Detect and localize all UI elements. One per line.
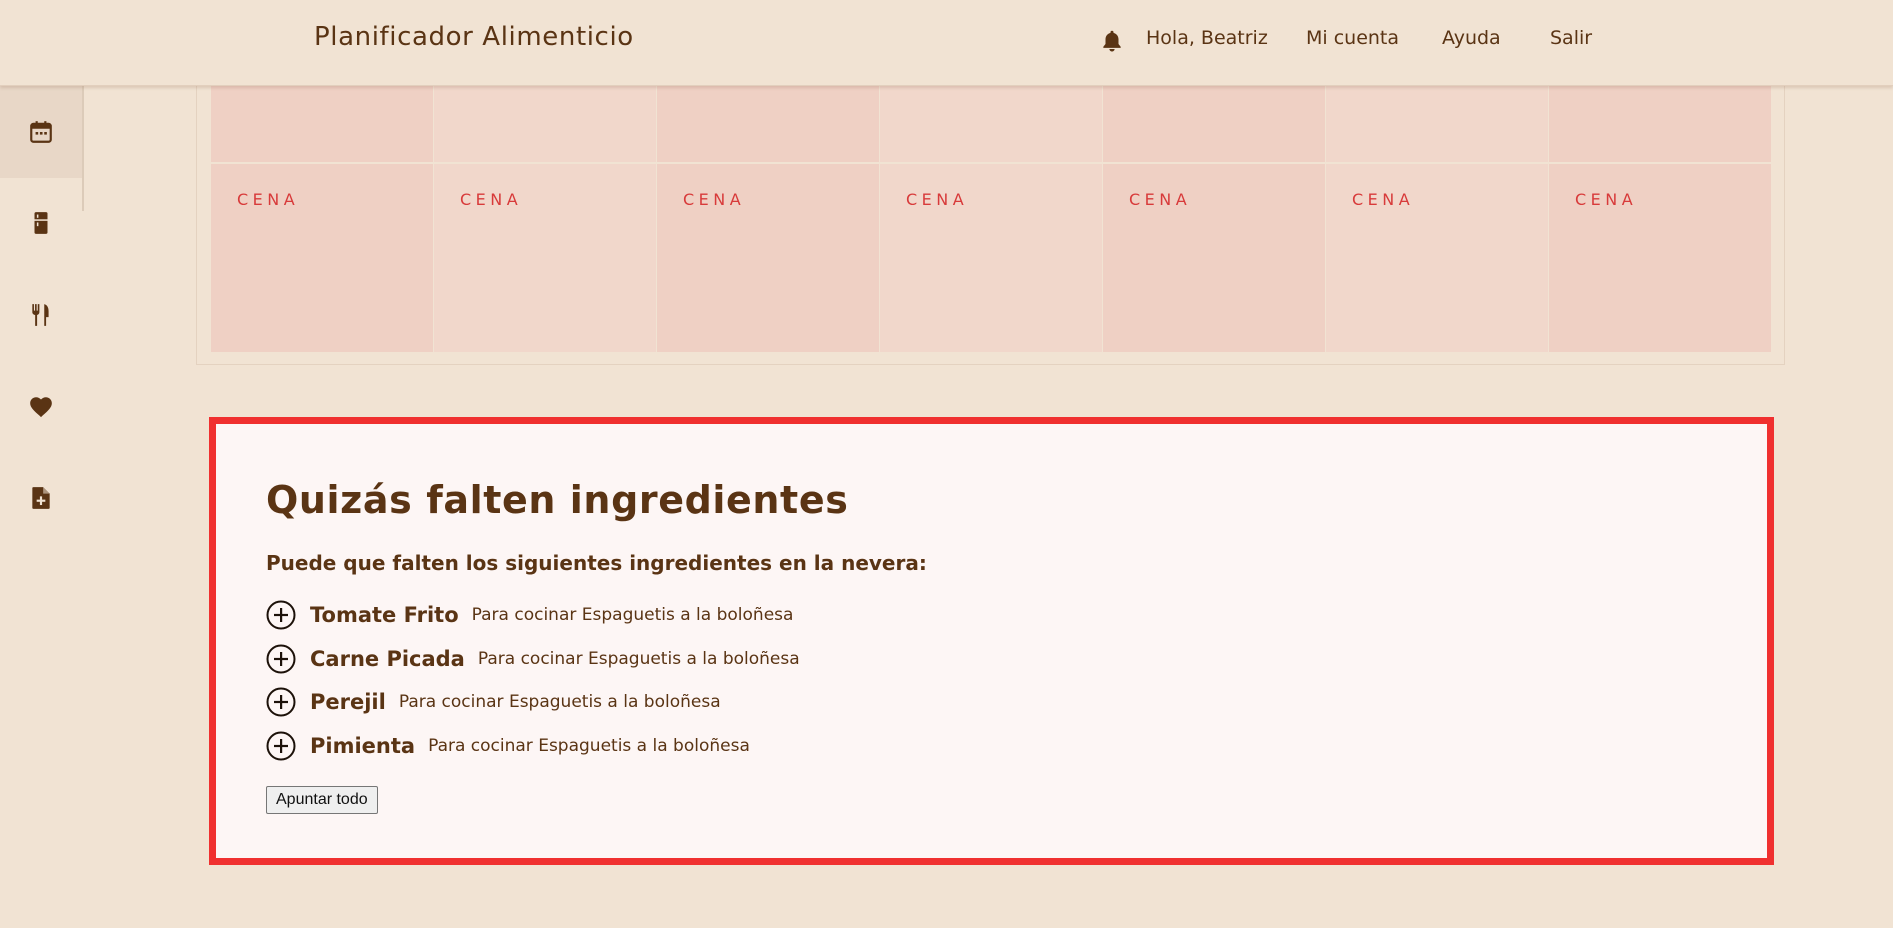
greeting-link[interactable]: Hola, Beatriz <box>1146 27 1268 49</box>
dinner-cell[interactable]: CENA <box>880 164 1102 352</box>
bell-icon[interactable] <box>1099 27 1125 55</box>
dinner-cell[interactable]: CENA <box>1326 164 1548 352</box>
app-title[interactable]: Planificador Alimenticio <box>314 22 634 52</box>
meal-label-dinner: CENA <box>1129 190 1192 209</box>
sidebar-item-fridge[interactable] <box>0 177 82 269</box>
ingredient-row: Tomate Frito Para cocinar Espaguetis a l… <box>266 598 793 632</box>
account-link[interactable]: Mi cuenta <box>1306 27 1399 49</box>
ingredient-name: Tomate Frito <box>310 603 459 627</box>
add-circle-icon[interactable] <box>266 731 296 761</box>
panel-title: Quizás falten ingredientes <box>266 478 849 522</box>
ingredient-description: Para cocinar Espaguetis a la boloñesa <box>428 736 750 756</box>
weekly-calendar: CENA CENA CENA CENA CENA CENA CENA <box>196 70 1785 365</box>
logout-link[interactable]: Salir <box>1550 27 1592 49</box>
ingredient-row: Pimienta Para cocinar Espaguetis a la bo… <box>266 729 750 763</box>
meal-label-dinner: CENA <box>460 190 523 209</box>
heart-icon <box>30 397 52 418</box>
fork-knife-icon <box>32 304 49 326</box>
panel-subtitle: Puede que falten los siguientes ingredie… <box>266 551 927 575</box>
sidebar-item-recipes[interactable] <box>0 269 82 361</box>
add-circle-icon[interactable] <box>266 600 296 630</box>
note-all-button[interactable]: Apuntar todo <box>266 786 378 814</box>
dinner-cell[interactable]: CENA <box>1549 164 1771 352</box>
ingredient-description: Para cocinar Espaguetis a la boloñesa <box>477 649 800 669</box>
meal-label-dinner: CENA <box>1352 190 1415 209</box>
file-add-icon <box>32 487 50 509</box>
dinner-cell[interactable]: CENA <box>211 164 433 352</box>
dinner-cell[interactable]: CENA <box>1103 164 1325 352</box>
help-link[interactable]: Ayuda <box>1442 27 1501 49</box>
missing-ingredients-panel: Quizás falten ingredientes Puede que fal… <box>209 417 1774 865</box>
ingredient-name: Carne Picada <box>310 647 465 671</box>
sidebar-item-favorites[interactable] <box>0 361 82 453</box>
ingredient-name: Pimienta <box>310 734 416 758</box>
sidebar-scroll-track <box>82 85 84 211</box>
ingredient-description: Para cocinar Espaguetis a la boloñesa <box>398 692 721 712</box>
ingredient-name: Perejil <box>310 690 386 714</box>
meal-label-dinner: CENA <box>237 190 300 209</box>
top-navbar: Planificador Alimenticio Hola, Beatriz M… <box>0 0 1893 86</box>
meal-label-dinner: CENA <box>1575 190 1638 209</box>
ingredient-description: Para cocinar Espaguetis a la boloñesa <box>471 605 794 625</box>
dinner-cell[interactable]: CENA <box>657 164 879 352</box>
meal-label-dinner: CENA <box>683 190 746 209</box>
sidebar-item-calendar[interactable] <box>0 86 82 178</box>
meal-label-dinner: CENA <box>906 190 969 209</box>
add-circle-icon[interactable] <box>266 687 296 717</box>
sidebar-item-new-recipe[interactable] <box>0 452 82 544</box>
ingredient-row: Perejil Para cocinar Espaguetis a la bol… <box>266 685 721 719</box>
calendar-icon <box>30 121 52 143</box>
add-circle-icon[interactable] <box>266 644 296 674</box>
ingredient-row: Carne Picada Para cocinar Espaguetis a l… <box>266 642 800 676</box>
sidebar <box>0 85 82 928</box>
fridge-icon <box>34 212 48 234</box>
dinner-cell[interactable]: CENA <box>434 164 656 352</box>
